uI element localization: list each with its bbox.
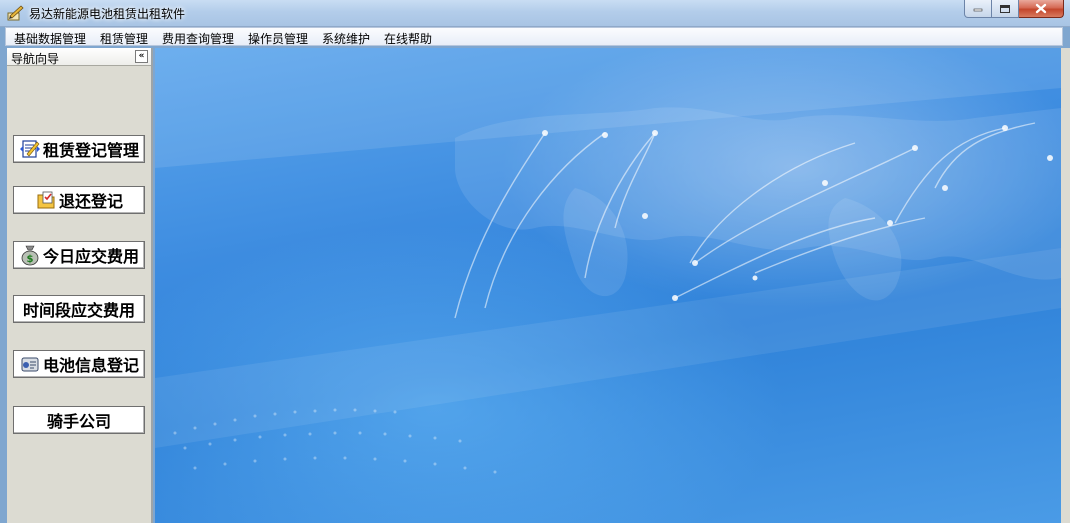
period-fee-label: 时间段应交费用 — [22, 301, 135, 320]
main-background — [155, 48, 1061, 523]
battery-info-button[interactable]: 电池信息登记 — [13, 350, 145, 378]
window-right-border — [1061, 48, 1070, 523]
window-controls — [964, 0, 1064, 19]
nav-header-title: 导航向导 — [11, 52, 60, 66]
rental-register-label: 租赁登记管理 — [42, 141, 139, 160]
return-register-icon — [35, 189, 57, 211]
collapse-button[interactable]: « — [135, 50, 148, 63]
navigation-panel: 导航向导 « 租赁登记管理 退还登记 $ 今日应交费用 时间段应交费用 电池信息… — [7, 48, 153, 523]
return-register-label: 退还登记 — [58, 192, 123, 211]
rental-register-icon — [19, 138, 41, 160]
close-icon — [1035, 3, 1047, 14]
nav-header: 导航向导 « — [7, 48, 151, 66]
today-fee-label: 今日应交费用 — [42, 247, 139, 266]
battery-info-icon — [19, 353, 41, 375]
menu-bar: 基础数据管理 租赁管理 费用查询管理 操作员管理 系统维护 在线帮助 — [5, 27, 1063, 46]
minimize-button[interactable] — [964, 0, 992, 18]
today-fee-button[interactable]: $ 今日应交费用 — [13, 241, 145, 269]
svg-text:$: $ — [27, 254, 34, 265]
menu-system-maintenance[interactable]: 系统维护 — [322, 30, 370, 47]
menu-operator[interactable]: 操作员管理 — [248, 30, 308, 47]
world-map-background-art — [155, 48, 1061, 474]
battery-info-label: 电池信息登记 — [42, 356, 139, 375]
return-register-button[interactable]: 退还登记 — [13, 186, 145, 214]
app-icon — [6, 4, 24, 22]
window-title: 易达新能源电池租赁出租软件 — [29, 7, 186, 21]
menu-rental[interactable]: 租赁管理 — [100, 30, 148, 47]
rental-register-button[interactable]: 租赁登记管理 — [13, 135, 145, 163]
title-bar: 易达新能源电池租赁出租软件 — [0, 0, 1070, 27]
menu-online-help[interactable]: 在线帮助 — [384, 30, 432, 47]
minimize-icon — [973, 8, 983, 11]
menu-basic-data[interactable]: 基础数据管理 — [14, 30, 86, 47]
money-bag-icon: $ — [19, 244, 41, 266]
close-button[interactable] — [1019, 0, 1064, 18]
rider-company-label: 骑手公司 — [46, 412, 111, 431]
maximize-button[interactable] — [992, 0, 1019, 18]
maximize-icon — [1000, 4, 1010, 13]
rider-company-button[interactable]: 骑手公司 — [13, 406, 145, 434]
menu-fee-query[interactable]: 费用查询管理 — [162, 30, 234, 47]
period-fee-button[interactable]: 时间段应交费用 — [13, 295, 145, 323]
